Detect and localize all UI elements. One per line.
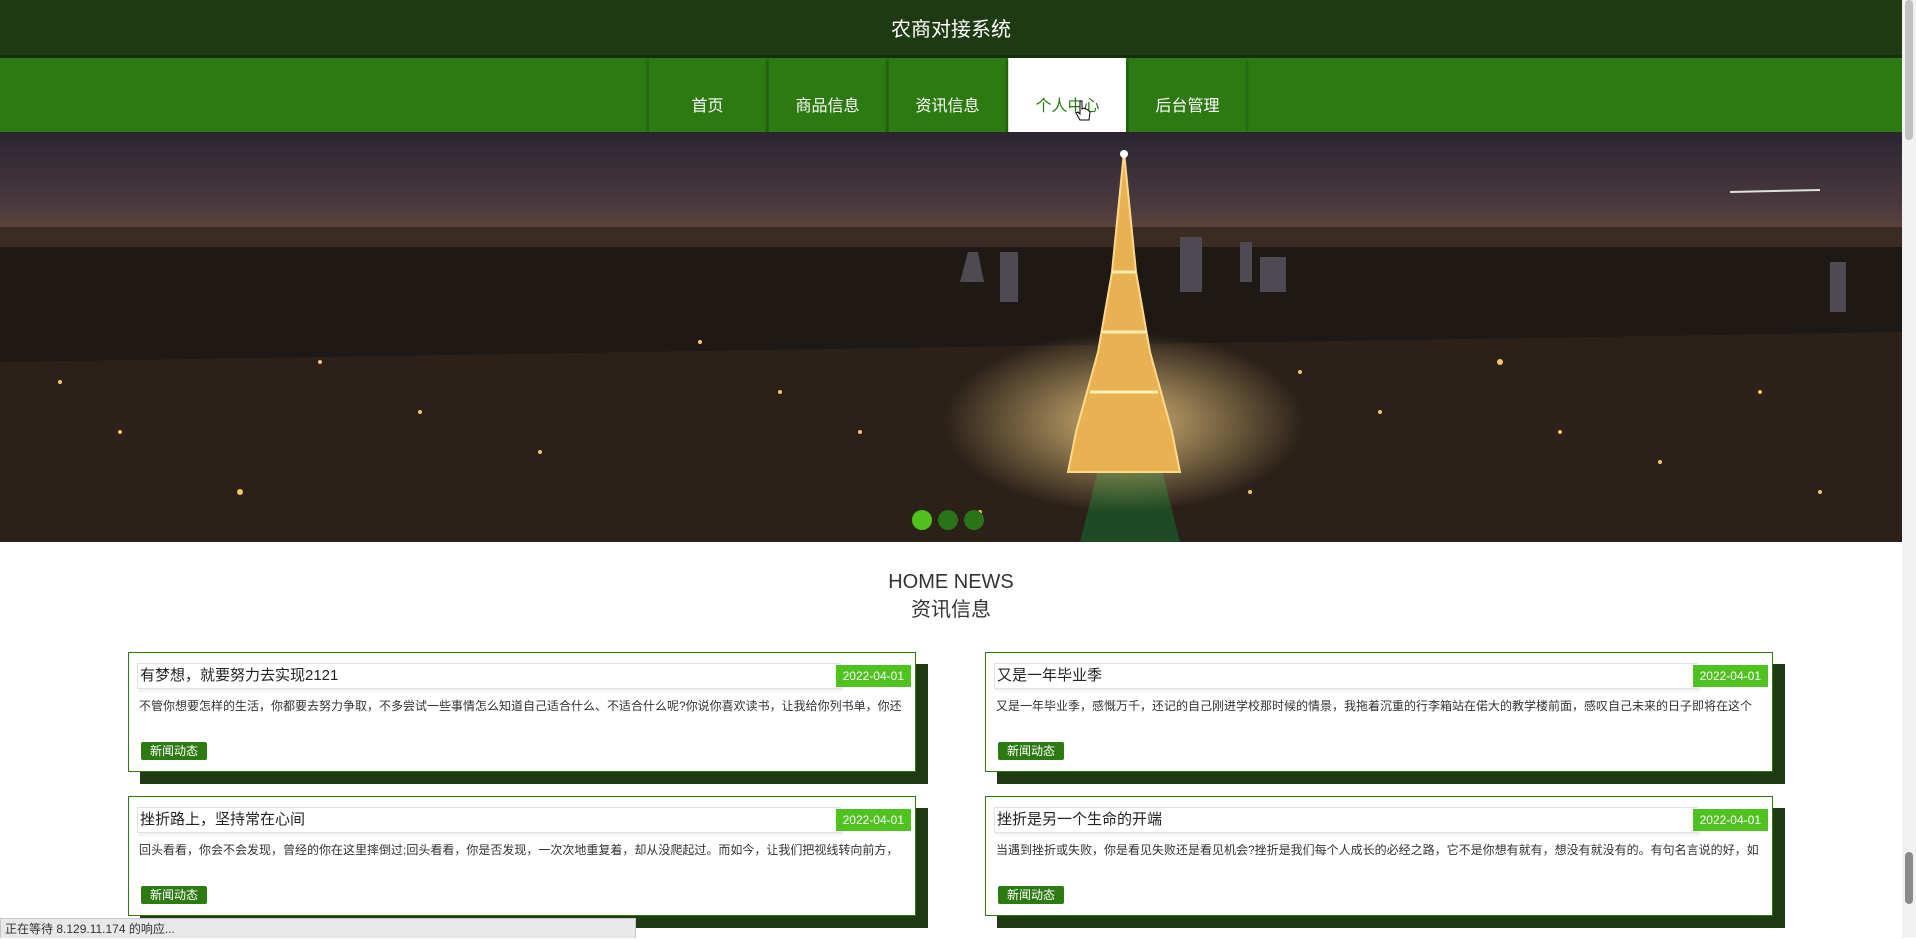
news-date: 2022-04-01 [835,665,911,687]
news-desc: 当遇到挫折或失败，你是看见失败还是看见机会?挫折是我们每个人成长的必经之路，它不… [996,843,1759,857]
news-tag[interactable]: 新闻动态 [998,742,1065,760]
carousel-dot-3[interactable] [964,510,984,530]
nav-item-news[interactable]: 资讯信息 [888,58,1006,135]
news-title[interactable]: 又是一年毕业季 [994,663,1698,689]
news-title[interactable]: 挫折路上，坚持常在心间 [137,807,841,833]
nav-item-home[interactable]: 首页 [648,58,766,135]
hand-cursor-icon [1075,100,1091,121]
news-date: 2022-04-01 [1692,665,1768,687]
carousel-dot-1[interactable] [912,510,932,530]
nav-item-personal-center[interactable]: 个人中心 [1008,58,1126,135]
news-card[interactable]: 又是一年毕业季 2022-04-01 又是一年毕业季，感慨万千，还记的自己刚进学… [985,652,1773,772]
city-night-image [0,150,1902,542]
news-title[interactable]: 挫折是另一个生命的开端 [994,807,1698,833]
nav-item-admin[interactable]: 后台管理 [1128,58,1246,135]
news-date: 2022-04-01 [1692,809,1768,831]
news-date: 2022-04-01 [835,809,911,831]
carousel-dot-2[interactable] [938,510,958,530]
scrollbar-track-upper [1905,0,1913,140]
browser-status-bar: 正在等待 8.129.11.174 的响应... [0,918,636,938]
news-tag[interactable]: 新闻动态 [141,742,208,760]
news-card[interactable]: 挫折路上，坚持常在心间 2022-04-01 回头看看，你会不会发现，曾经的你在… [128,796,916,916]
section-title-cn: 资讯信息 [911,599,991,621]
status-text: 正在等待 8.129.11.174 的响应... [5,922,175,936]
news-tag[interactable]: 新闻动态 [998,886,1065,904]
scrollbar-thumb[interactable] [1905,852,1913,904]
news-card[interactable]: 挫折是另一个生命的开端 2022-04-01 当遇到挫折或失败，你是看见失败还是… [985,796,1773,916]
section-title-en: HOME NEWS [888,571,1014,593]
news-tag[interactable]: 新闻动态 [141,886,208,904]
page-scrollbar[interactable] [1902,0,1916,938]
site-title: 农商对接系统 [891,19,1011,41]
site-header: 农商对接系统 [0,0,1902,58]
section-heading: HOME NEWS 资讯信息 [0,568,1902,624]
news-desc: 不管你想要怎样的生活，你都要去努力争取，不多尝试一些事情怎么知道自己适合什么、不… [139,699,902,713]
news-title[interactable]: 有梦想，就要努力去实现2121 [137,663,841,689]
nav-item-products[interactable]: 商品信息 [768,58,886,135]
news-desc: 又是一年毕业季，感慨万千，还记的自己刚进学校那时候的情景，我拖着沉重的行李箱站在… [996,699,1753,713]
news-desc: 回头看看，你会不会发现，曾经的你在这里摔倒过;回头看看，你是否发现，一次次地重复… [139,843,899,857]
hero-banner [0,132,1902,542]
main-nav: 首页 商品信息 资讯信息 个人中心 后台管理 [0,58,1902,135]
carousel-dots [912,510,984,530]
news-card[interactable]: 有梦想，就要努力去实现2121 2022-04-01 不管你想要怎样的生活，你都… [128,652,916,772]
